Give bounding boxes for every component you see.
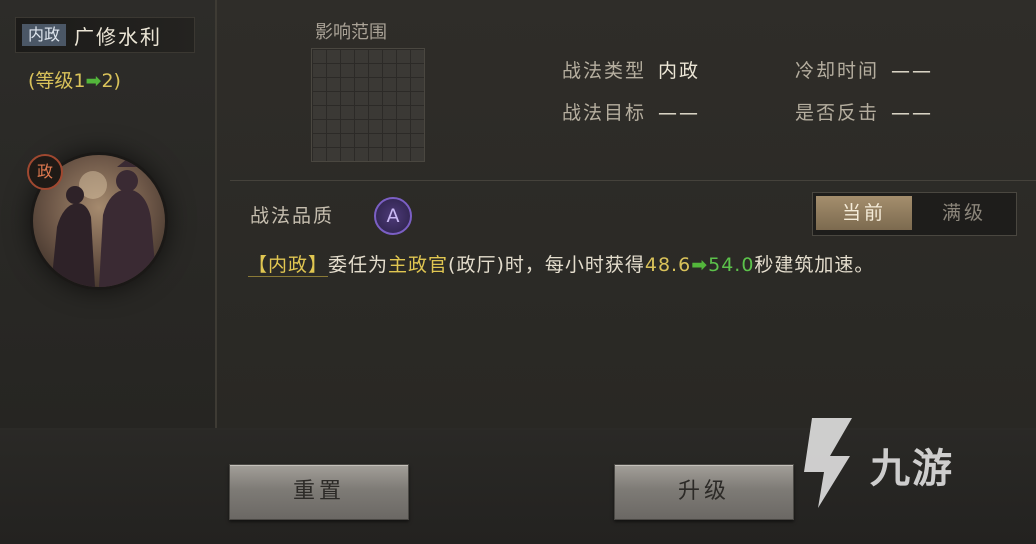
info-target-value: —— bbox=[658, 102, 701, 124]
watermark-text: 九游 bbox=[870, 446, 954, 492]
quality-label: 战法品质 bbox=[250, 205, 335, 227]
info-target: 战法目标 —— bbox=[562, 98, 700, 125]
skill-side-panel: 内政 广修水利 (等级1➡2) 政 bbox=[0, 0, 217, 428]
info-type-value: 内政 bbox=[658, 60, 701, 82]
description-arrow-icon: ➡ bbox=[691, 254, 709, 276]
quality-grade-badge: A bbox=[374, 197, 412, 235]
skill-description: 【内政】委任为主政官(政厅)时，每小时获得48.6➡54.0秒建筑加速。 bbox=[248, 250, 874, 277]
description-tag: 【内政】 bbox=[248, 254, 329, 277]
info-counter-value: —— bbox=[891, 102, 934, 124]
skill-name: 广修水利 bbox=[74, 25, 162, 49]
skill-type-badge: 内政 bbox=[22, 24, 66, 46]
description-highlight: 主政官 bbox=[388, 254, 449, 276]
level-to: 2) bbox=[101, 70, 121, 92]
range-grid bbox=[311, 48, 425, 162]
range-label: 影响范围 bbox=[315, 22, 387, 43]
info-cooldown: 冷却时间 —— bbox=[795, 56, 933, 83]
level-arrow-icon: ➡ bbox=[85, 70, 102, 92]
upgrade-button[interactable]: 升级 bbox=[614, 464, 794, 520]
info-type-key: 战法类型 bbox=[562, 60, 647, 82]
description-part1: 委任为 bbox=[328, 254, 389, 276]
info-cooldown-value: —— bbox=[891, 60, 934, 82]
description-part3: 秒建筑加速。 bbox=[754, 254, 875, 276]
toggle-max-button[interactable]: 满级 bbox=[916, 196, 1012, 230]
info-cooldown-key: 冷却时间 bbox=[795, 60, 880, 82]
jiuyou-logo-icon bbox=[804, 418, 852, 508]
skill-level: (等级1➡2) bbox=[28, 66, 121, 93]
info-target-key: 战法目标 bbox=[562, 102, 647, 124]
description-next-value: 54.0 bbox=[708, 254, 755, 276]
description-part2: (政厅)时，每小时获得 bbox=[448, 254, 645, 276]
section-divider bbox=[230, 180, 1036, 181]
skill-title-bar: 内政 广修水利 bbox=[15, 17, 195, 53]
description-current-value: 48.6 bbox=[644, 254, 692, 276]
toggle-current-button[interactable]: 当前 bbox=[816, 196, 912, 230]
portrait-category-badge: 政 bbox=[27, 154, 63, 190]
reset-button[interactable]: 重置 bbox=[229, 464, 409, 520]
level-view-toggle: 当前 满级 bbox=[812, 192, 1017, 236]
level-from: (等级1 bbox=[28, 70, 86, 92]
info-counter: 是否反击 —— bbox=[795, 98, 933, 125]
watermark: 九游 bbox=[790, 412, 1000, 522]
info-type: 战法类型 内政 bbox=[562, 56, 700, 83]
info-counter-key: 是否反击 bbox=[795, 102, 880, 124]
